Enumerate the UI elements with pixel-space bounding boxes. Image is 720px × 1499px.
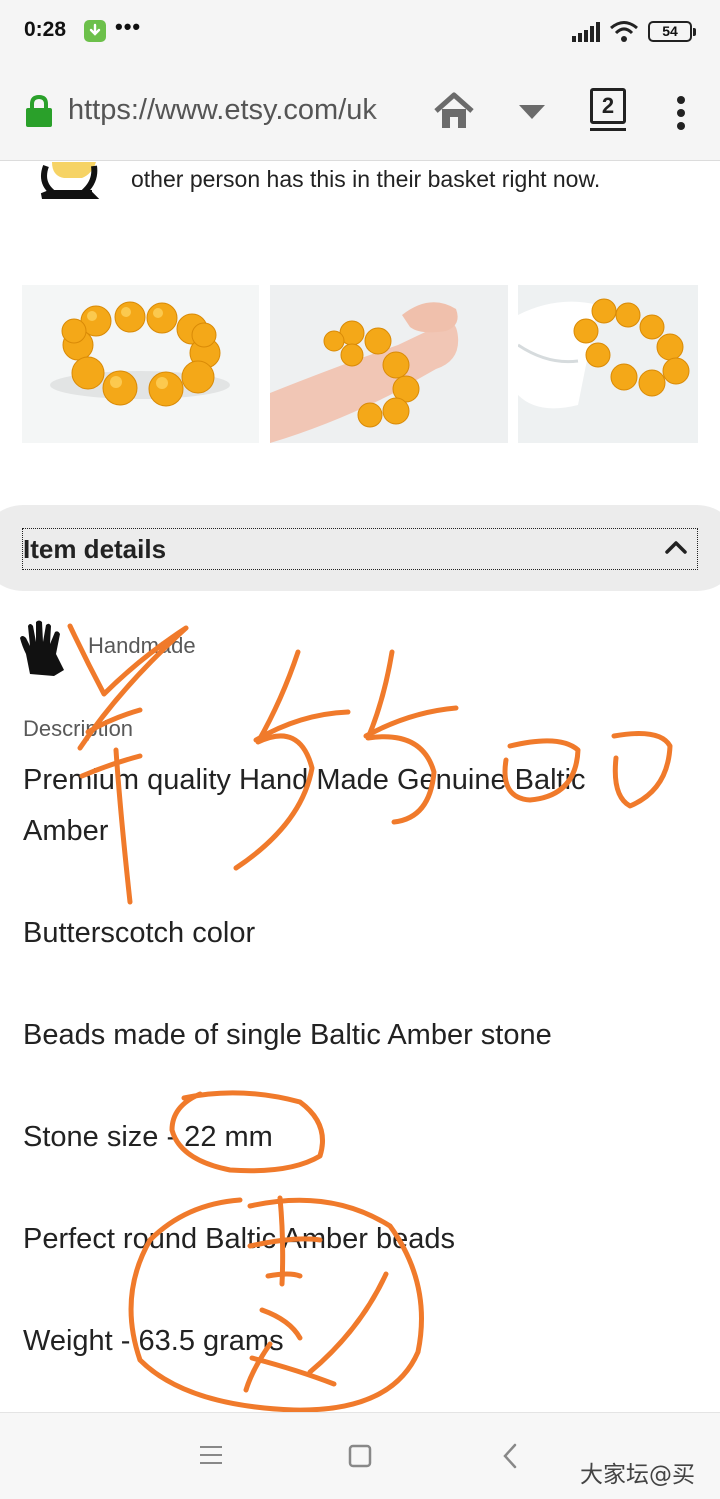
status-time: 0:28 (24, 18, 67, 41)
basket-notice-icon (40, 162, 100, 199)
product-thumbnail-2[interactable] (270, 285, 508, 443)
handmade-label: Handmade (88, 633, 196, 658)
item-details-title: Item details (23, 534, 167, 564)
chevron-up-icon (665, 541, 687, 554)
description-line: Stone size - 22 mm (23, 1121, 273, 1153)
menu-icon[interactable] (675, 96, 687, 130)
description-line: Amber (23, 815, 109, 847)
watermark-text: 大家坛@买 (580, 1462, 695, 1488)
tabs-count: 2 (590, 88, 626, 124)
description-line: Beads made of single Baltic Amber stone (23, 1019, 552, 1051)
description-label: Description (23, 716, 134, 741)
basket-notice-text: other person has this in their basket ri… (131, 166, 601, 192)
product-thumbnail-1[interactable] (22, 285, 259, 443)
item-details-toggle[interactable]: Item details (22, 528, 698, 570)
hand-icon (20, 620, 64, 676)
dropdown-icon[interactable] (519, 105, 545, 119)
wifi-icon (610, 21, 638, 42)
home-icon[interactable] (433, 91, 475, 131)
product-thumbnail-3[interactable] (518, 285, 698, 443)
notification-dots: ••• (115, 14, 142, 39)
description-line: Premium quality Hand Made Genuine Baltic (23, 764, 586, 796)
battery-icon: 54 (648, 21, 696, 42)
description-line: Butterscotch color (23, 917, 256, 949)
nav-back-icon[interactable] (502, 1443, 518, 1469)
nav-menu-icon[interactable] (200, 1445, 222, 1465)
browser-toolbar: https://www.etsy.com/uk 2 (0, 62, 720, 161)
url-fade (370, 90, 418, 134)
lock-icon (26, 94, 52, 127)
tabs-underline (590, 128, 626, 131)
tabs-icon[interactable]: 2 (590, 88, 628, 132)
download-icon (84, 20, 106, 42)
description-line: Weight - 63.5 grams (23, 1325, 284, 1357)
url-field[interactable]: https://www.etsy.com/uk (68, 94, 414, 130)
navigation-bar: 大家坛@买 (0, 1412, 720, 1499)
status-bar: 0:28 ••• 54 (0, 0, 720, 62)
description-line: Perfect round Baltic Amber beads (23, 1223, 456, 1255)
nav-home-icon[interactable] (348, 1444, 372, 1468)
signal-icon (572, 22, 600, 42)
